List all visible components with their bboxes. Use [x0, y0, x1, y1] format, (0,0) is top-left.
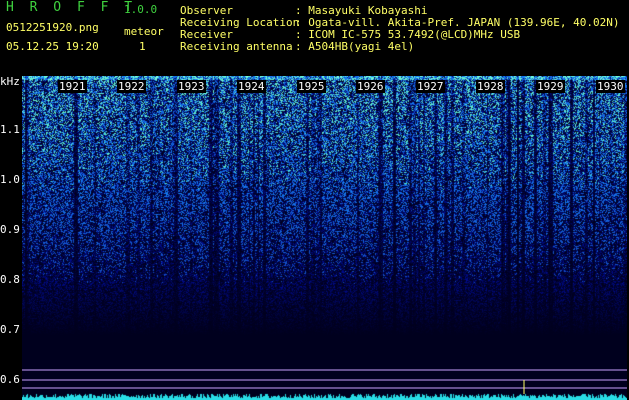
spectrogram-panel	[22, 76, 627, 400]
x-label-1923: 1923	[177, 80, 206, 93]
meteor-label: meteor	[124, 25, 164, 38]
x-label-1930: 1930	[596, 80, 625, 93]
y-tick-0.8: 0.8	[0, 273, 20, 286]
header-panel: H R O F F T 1.0.0 0512251920.png meteor …	[0, 0, 629, 75]
x-label-1924: 1924	[237, 80, 266, 93]
x-label-1922: 1922	[117, 80, 146, 93]
x-label-1925: 1925	[297, 80, 326, 93]
x-label-1921: 1921	[58, 80, 87, 93]
meteor-count: 1	[139, 40, 146, 53]
app-version: 1.0.0	[124, 3, 158, 16]
antenna-value: : A504HB(yagi 4el)	[295, 40, 415, 53]
y-tick-0.9: 0.9	[0, 223, 20, 236]
x-label-1929: 1929	[536, 80, 565, 93]
antenna-label: Receiving antenna	[180, 40, 293, 53]
app-title: H R O F F T	[6, 0, 137, 15]
x-label-1927: 1927	[416, 80, 445, 93]
y-tick-0.7: 0.7	[0, 323, 20, 336]
file-name: 0512251920.png	[6, 21, 99, 34]
x-label-1928: 1928	[476, 80, 505, 93]
date-time: 05.12.25 19:20	[6, 40, 99, 53]
spectrogram-overlay	[22, 369, 627, 394]
y-tick-0.6: 0.6	[0, 373, 20, 386]
x-label-1926: 1926	[356, 80, 385, 93]
y-tick-1.0: 1.0	[0, 173, 20, 186]
y-axis-unit: kHz	[0, 75, 20, 88]
y-tick-1.1: 1.1	[0, 123, 20, 136]
